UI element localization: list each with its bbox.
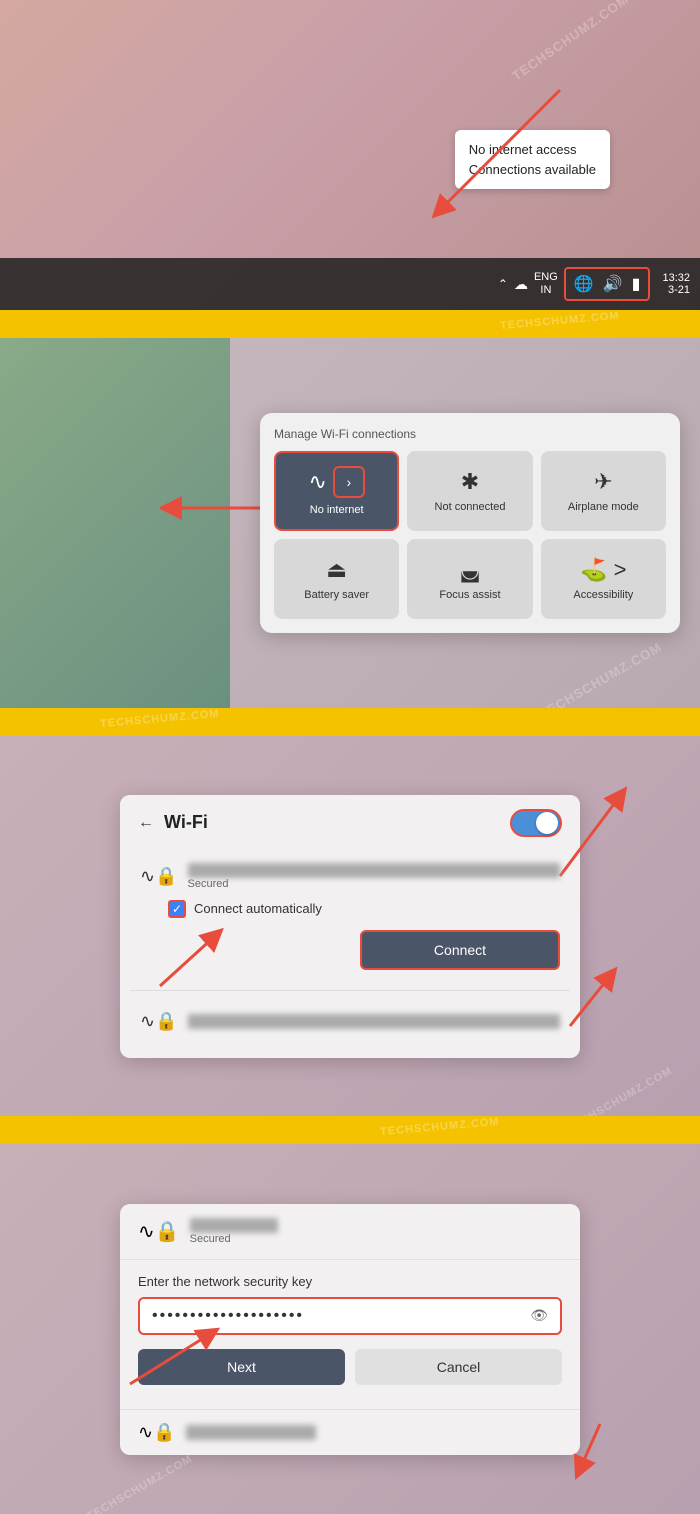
wifi-toggle[interactable] <box>510 809 562 837</box>
qs-grid: ∿ › No internet ✱ Not connected ✈ Airpla… <box>274 451 666 619</box>
wifi-connect-area: ✓ Connect automatically Connect <box>140 900 560 970</box>
watermark-bar-2: TECHSCHUMZ.COM <box>100 708 220 730</box>
pw-wifi2-icon: ∿🔒 <box>138 1422 176 1443</box>
airplane-icon: ✈ <box>594 469 612 495</box>
qs-tile-accessibility-label: Accessibility <box>573 589 633 601</box>
auto-connect-label: Connect automatically <box>194 901 322 916</box>
quick-settings-panel: Manage Wi-Fi connections ∿ › No internet… <box>260 413 680 633</box>
qs-tile-battery-label: Battery saver <box>304 589 369 601</box>
taskbar: ⌃ ☁ ENGIN 🌐 🔊 ▮ 13:32 3-21 <box>0 258 700 310</box>
watermark-1: TECHSCHUMZ.COM <box>509 0 631 83</box>
wifi-net-info-2: Prakash xxxxxxxx <box>188 1014 561 1029</box>
section1-taskbar-area: TECHSCHUMZ.COM No internet access Connec… <box>0 0 700 310</box>
wifi-secured-icon-1: ∿🔒 <box>140 866 178 887</box>
pw-content: Enter the network security key •••••••••… <box>120 1260 580 1399</box>
pw-network2-name: ACT1-GE blurred xxxx <box>186 1425 316 1440</box>
tray-time-value: 13:32 <box>662 272 690 284</box>
section2-quick-settings: Manage Wi-Fi connections ∿ › No internet… <box>0 338 700 708</box>
pw-network-info: Nia Apa xxxxxx Secured <box>190 1218 278 1245</box>
wifi-network-top-1: ∿🔒 ACT1BG8 xxxxxxxx Secured <box>140 863 560 890</box>
cloud-icon[interactable]: ☁ <box>514 276 528 293</box>
speaker-icon: 🔊 <box>601 272 625 296</box>
pw-network-item: ∿🔒 Nia Apa xxxxxx Secured <box>120 1204 580 1260</box>
wifi-network-item-2[interactable]: ∿🔒 Prakash xxxxxxxx <box>130 999 570 1044</box>
pw-dots: •••••••••••••••••••• <box>152 1307 530 1325</box>
no-internet-tooltip: No internet access Connections available <box>455 130 610 189</box>
divider-1 <box>130 990 570 991</box>
tray-language[interactable]: ENGIN <box>534 271 558 297</box>
battery-icon: ▮ <box>630 272 643 296</box>
accessibility-icon: ⛳ > <box>580 557 626 583</box>
pw-prompt-label: Enter the network security key <box>138 1274 562 1289</box>
wifi-network-name-1: ACT1BG8 xxxxxxxx <box>188 863 561 878</box>
bluetooth-icon: ✱ <box>461 469 479 495</box>
pw-wifi-icon: ∿🔒 <box>138 1219 180 1244</box>
tray-quick-settings[interactable]: 🌐 🔊 ▮ <box>564 267 651 301</box>
auto-connect-checkbox[interactable]: ✓ <box>168 900 186 918</box>
wifi-panel: ← Wi-Fi ∿🔒 ACT1BG8 xxxxxxxx Secured <box>120 795 580 1058</box>
watermark-2: TECHSCHUMZ.COM <box>537 639 665 708</box>
section4-password: ∿🔒 Nia Apa xxxxxx Secured Enter the netw… <box>0 1144 700 1514</box>
auto-connect-row: ✓ Connect automatically <box>168 900 560 918</box>
globe-icon: 🌐 <box>572 272 596 296</box>
back-button[interactable]: ← <box>138 814 154 832</box>
qs-title: Manage Wi-Fi connections <box>274 427 666 441</box>
qs-tile-battery-saver[interactable]: ⏏ Battery saver <box>274 539 399 619</box>
pw-network-status: Secured <box>190 1233 278 1245</box>
yellow-divider-1: TECHSCHUMZ.COM <box>0 310 700 338</box>
tray-clock[interactable]: 13:32 3-21 <box>662 272 690 296</box>
wifi-header-left: ← Wi-Fi <box>138 812 208 833</box>
systray: ⌃ ☁ ENGIN 🌐 🔊 ▮ 13:32 3-21 <box>498 267 690 301</box>
qs-tile-airplane[interactable]: ✈ Airplane mode <box>541 451 666 531</box>
watermark-bar-3: TECHSCHUMZ.COM <box>380 1116 500 1138</box>
eye-icon[interactable]: 👁 <box>530 1307 548 1324</box>
watermark-3: TECHSCHUMZ.COM <box>565 1065 675 1116</box>
yellow-divider-3: TECHSCHUMZ.COM <box>0 1116 700 1144</box>
next-button[interactable]: Next <box>138 1349 345 1385</box>
cancel-button[interactable]: Cancel <box>355 1349 562 1385</box>
tooltip-line1: No internet access <box>469 140 596 160</box>
wifi-expand-button[interactable]: › <box>333 466 365 498</box>
wifi-net-info-1: ACT1BG8 xxxxxxxx Secured <box>188 863 561 890</box>
section2-bg-decoration <box>0 338 230 708</box>
qs-tile-airplane-label: Airplane mode <box>568 501 639 513</box>
wifi-icon: ∿ <box>308 469 326 495</box>
connect-button-row: Connect <box>168 930 560 970</box>
wifi-secured-icon-2: ∿🔒 <box>140 1011 178 1032</box>
qs-tile-bluetooth-label: Not connected <box>435 501 506 513</box>
watermark-bar-1: TECHSCHUMZ.COM <box>500 310 620 332</box>
password-panel: ∿🔒 Nia Apa xxxxxx Secured Enter the netw… <box>120 1204 580 1455</box>
pw-input-row: •••••••••••••••••••• 👁 <box>138 1297 562 1335</box>
qs-tile-accessibility[interactable]: ⛳ > Accessibility <box>541 539 666 619</box>
qs-tile-bluetooth[interactable]: ✱ Not connected <box>407 451 532 531</box>
qs-tile-focus[interactable]: ◛ Focus assist <box>407 539 532 619</box>
wifi-network-name-2: Prakash xxxxxxxx <box>188 1014 561 1029</box>
chevron-up-icon[interactable]: ⌃ <box>498 277 508 291</box>
pw-network2[interactable]: ∿🔒 ACT1-GE blurred xxxx <box>120 1409 580 1455</box>
wifi-tile-inner: ∿ › <box>308 466 364 498</box>
wifi-network-item-1[interactable]: ∿🔒 ACT1BG8 xxxxxxxx Secured ✓ Connect au… <box>130 851 570 982</box>
qs-tile-wifi[interactable]: ∿ › No internet <box>274 451 399 531</box>
wifi-network-top-2: ∿🔒 Prakash xxxxxxxx <box>140 1011 560 1032</box>
yellow-divider-2: TECHSCHUMZ.COM <box>0 708 700 736</box>
wifi-network-status-1: Secured <box>188 878 561 890</box>
tooltip-line2: Connections available <box>469 160 596 180</box>
watermark-4: TECHSCHUMZ.COM <box>85 1453 195 1514</box>
wifi-network-list: ∿🔒 ACT1BG8 xxxxxxxx Secured ✓ Connect au… <box>120 851 580 1058</box>
toggle-knob <box>536 812 558 834</box>
pw-network-name: Nia Apa xxxxxx <box>190 1218 278 1233</box>
connect-button[interactable]: Connect <box>360 930 560 970</box>
pw-buttons: Next Cancel <box>138 1349 562 1385</box>
section3-wifi-panel: ← Wi-Fi ∿🔒 ACT1BG8 xxxxxxxx Secured <box>0 736 700 1116</box>
qs-tile-wifi-label: No internet <box>310 504 364 516</box>
battery-saver-icon: ⏏ <box>326 557 347 583</box>
wifi-panel-title: Wi-Fi <box>164 812 208 833</box>
qs-tile-focus-label: Focus assist <box>439 589 500 601</box>
moon-icon: ◛ <box>459 557 480 583</box>
wifi-header: ← Wi-Fi <box>120 795 580 851</box>
tray-date-value: 3-21 <box>662 284 690 296</box>
